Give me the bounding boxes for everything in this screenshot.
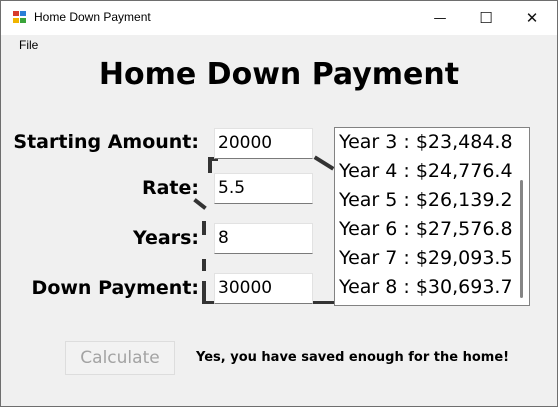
years-input[interactable]: 8 bbox=[214, 223, 313, 254]
list-item[interactable]: Year 7 : $29,093.58 bbox=[339, 247, 525, 269]
result-message: Yes, you have saved enough for the home! bbox=[196, 350, 510, 365]
minimize-button[interactable]: — bbox=[417, 1, 463, 35]
results-listbox[interactable]: Year 3 : $23,484.83 Year 4 : $24,776.49 … bbox=[334, 127, 530, 306]
years-label: Years: bbox=[133, 227, 199, 249]
list-item[interactable]: Year 6 : $27,576.86 bbox=[339, 218, 525, 240]
maximize-icon: ☐ bbox=[479, 9, 493, 27]
window-title: Home Down Payment bbox=[34, 10, 151, 24]
decor-stroke bbox=[202, 259, 206, 271]
decor-stroke bbox=[313, 155, 335, 171]
list-item[interactable]: Year 4 : $24,776.49 bbox=[339, 160, 525, 182]
decor-stroke bbox=[193, 198, 207, 210]
decor-stroke bbox=[202, 221, 206, 235]
rate-input[interactable]: 5.5 bbox=[214, 173, 313, 204]
page-title: Home Down Payment bbox=[98, 57, 460, 92]
list-item[interactable]: Year 3 : $23,484.83 bbox=[339, 131, 525, 153]
rate-label: Rate: bbox=[141, 177, 199, 199]
decor-stroke bbox=[208, 157, 212, 173]
listbox-scrollbar[interactable] bbox=[513, 128, 529, 305]
menu-bar: File bbox=[1, 35, 557, 56]
list-item[interactable]: Year 8 : $30,693.73 bbox=[339, 276, 525, 298]
menu-file[interactable]: File bbox=[19, 38, 38, 52]
starting-amount-input[interactable]: 20000 bbox=[214, 128, 313, 159]
title-bar[interactable]: Home Down Payment — ☐ ✕ bbox=[1, 1, 557, 35]
scrollbar-thumb[interactable] bbox=[520, 180, 523, 298]
down-payment-input[interactable]: 30000 bbox=[214, 273, 313, 304]
close-icon: ✕ bbox=[525, 9, 539, 27]
app-window-icon bbox=[13, 11, 27, 24]
calculate-button[interactable]: Calculate bbox=[65, 341, 175, 375]
list-item[interactable]: Year 5 : $26,139.20 bbox=[339, 189, 525, 211]
minimize-icon: — bbox=[433, 10, 447, 26]
down-payment-label: Down Payment: bbox=[31, 277, 199, 299]
maximize-button[interactable]: ☐ bbox=[463, 1, 509, 35]
close-button[interactable]: ✕ bbox=[509, 1, 555, 35]
app-window: Home Down Payment — ☐ ✕ File Home Down P… bbox=[0, 0, 558, 407]
starting-amount-label: Starting Amount: bbox=[13, 131, 199, 153]
decor-stroke bbox=[202, 281, 206, 303]
